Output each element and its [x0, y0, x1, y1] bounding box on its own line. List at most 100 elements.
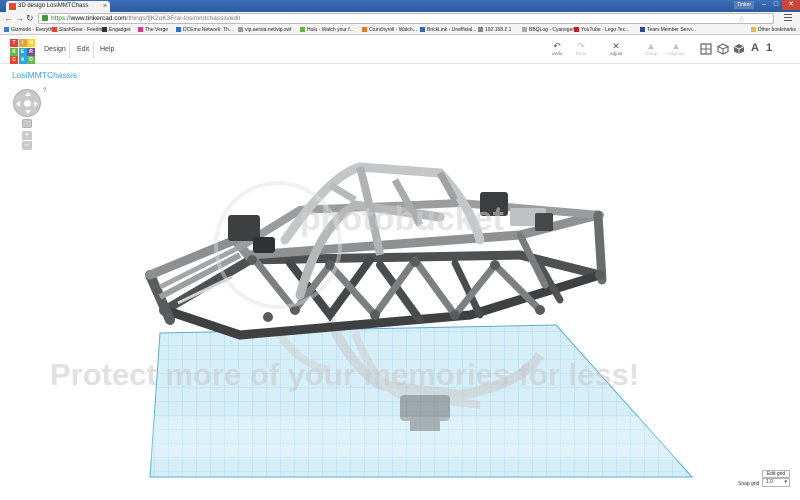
bookmark-favicon-icon [300, 27, 305, 32]
bookmark-label: Hulu - Watch your f... [307, 27, 354, 33]
logo-letter: C [10, 56, 18, 64]
tab-close-icon[interactable]: × [103, 1, 107, 12]
bookmark-label: DCEmu Network: Th... [183, 27, 233, 33]
bookmark-favicon-icon [52, 27, 57, 32]
bookmark-favicon-icon [362, 27, 367, 32]
orbit-center[interactable] [24, 100, 31, 107]
bookmark-item[interactable]: vip.aersia.net/vip.swf [238, 26, 291, 34]
number-tool[interactable]: 1 [766, 42, 772, 54]
logo-letter: D [27, 56, 35, 64]
browser-menu-icon[interactable] [784, 14, 792, 22]
maximize-icon[interactable]: □ [770, 0, 782, 10]
ungroup-button[interactable]: ▲ Ungroup [664, 41, 688, 56]
tinkercad-logo[interactable]: TIN KER CAD [10, 39, 35, 64]
snap-grid-select[interactable]: 1.0 [762, 478, 790, 487]
logo-letter: I [18, 39, 27, 47]
group-button[interactable]: ▲ Group [639, 41, 663, 56]
logo-letter: E [18, 47, 27, 56]
menu-divider [69, 42, 70, 58]
orbit-left-icon[interactable] [16, 101, 20, 107]
orbit-control[interactable] [13, 89, 41, 117]
lock-icon [42, 15, 48, 21]
snap-grid-label: Snap grid [738, 481, 760, 487]
bookmark-label: vip.aersia.net/vip.swf [245, 27, 292, 33]
other-bookmarks-folder[interactable]: Other bookmarks [750, 26, 796, 34]
logo-letter: R [27, 47, 35, 56]
watermark-logo: photobucket [300, 200, 504, 238]
tab-title: 3D design LosiMMTChass [18, 3, 89, 9]
bookmark-item[interactable]: Team Member Servi... [640, 26, 696, 34]
browser-tab[interactable]: 3D design LosiMMTChass × [6, 1, 110, 12]
watermark-tagline: Protect more of your memories for less! [50, 357, 640, 392]
forward-arrow-icon[interactable]: → [15, 13, 24, 24]
back-arrow-icon[interactable]: ← [4, 13, 13, 24]
adjust-button[interactable]: ✕ Adjust [604, 41, 628, 56]
menu-design[interactable]: Design [44, 46, 66, 53]
minimize-icon[interactable]: – [758, 0, 770, 10]
menu-edit[interactable]: Edit [77, 46, 89, 53]
bookmark-favicon-icon [574, 27, 579, 32]
undo-button[interactable]: ↶ Undo [545, 41, 569, 56]
bookmark-star-icon[interactable]: ☆ [738, 15, 745, 24]
help-icon[interactable]: ? [43, 88, 46, 94]
ungroup-label: Ungroup [667, 51, 685, 56]
url-host: www.tinkercad.com [70, 15, 127, 22]
bookmark-favicon-icon [102, 27, 107, 32]
profile-badge[interactable]: Tinker [734, 1, 754, 9]
bookmark-item[interactable]: Engadget [102, 26, 130, 34]
orbit-down-icon[interactable] [25, 110, 31, 114]
bookmark-favicon-icon [238, 27, 243, 32]
bookmark-item[interactable]: Crunchyroll - Watch... [362, 26, 417, 34]
bookmark-label: Team Member Servi... [647, 27, 696, 33]
wireframe-box-icon[interactable] [717, 43, 729, 55]
address-bar[interactable]: https://www.tinkercad.com/things/fjK2oK3… [38, 13, 774, 24]
bookmark-label: The Verge [145, 27, 169, 33]
bookmark-item[interactable]: The Verge [138, 26, 168, 34]
logo-letter: A [18, 56, 27, 64]
window-controls: – □ ✕ [758, 0, 800, 10]
window-close-icon[interactable]: ✕ [782, 0, 800, 10]
3d-viewport[interactable]: photobucket Protect more of your memorie… [0, 65, 800, 500]
bookmark-label: Engadget [109, 27, 131, 33]
bookmark-item[interactable]: 192.168.2.1 [478, 26, 511, 34]
bookmark-favicon-icon [640, 27, 645, 32]
bookmark-item[interactable]: Hulu - Watch your f... [300, 26, 354, 34]
bookmark-label: Crunchyroll - Watch... [369, 27, 417, 33]
solid-box-icon[interactable] [733, 43, 745, 55]
menu-help[interactable]: Help [100, 46, 114, 53]
group-icon: ▲ [646, 41, 656, 51]
logo-letter: K [10, 47, 18, 56]
reload-icon[interactable]: ↻ [26, 13, 34, 24]
group-label: Group [644, 51, 658, 56]
redo-icon: ↷ [577, 41, 585, 51]
bookmark-favicon-icon [478, 27, 483, 32]
adjust-icon: ✕ [612, 41, 620, 51]
bookmark-item[interactable]: BrickLink - Unofficial... [420, 26, 476, 34]
orbit-right-icon[interactable] [34, 101, 38, 107]
bookmark-item[interactable]: SlashGear - Feeding... [52, 26, 109, 34]
design-title[interactable]: LosiMMTChassis [12, 70, 77, 80]
zoom-out-button[interactable]: – [22, 140, 32, 150]
bookmark-item[interactable]: BBQLog - Cyanogen... [522, 26, 579, 34]
grid-view-icon[interactable] [700, 43, 712, 55]
redo-button[interactable]: ↷ Redo [569, 41, 593, 56]
url-path: /things/fjK2oK3FraI-losimmtchassis/edit [126, 15, 241, 22]
redo-label: Redo [575, 51, 587, 56]
undo-label: Undo [551, 51, 563, 56]
bookmarks-bar: Other bookmarks Gizmodo - Everythin... Sl… [0, 25, 800, 35]
edit-grid-button[interactable]: Edit grid [762, 470, 790, 478]
text-tool[interactable]: A [751, 42, 759, 54]
ungroup-icon: ▲ [671, 41, 681, 51]
orbit-up-icon[interactable] [25, 92, 31, 96]
bookmark-favicon-icon [176, 27, 181, 32]
url-scheme: https:// [51, 15, 71, 22]
bookmark-favicon-icon [522, 27, 527, 32]
bookmark-favicon-icon [138, 27, 143, 32]
tinkercad-header: TINKERCAD Design Edit Help ↶ Undo ↷ Redo… [0, 36, 800, 64]
bookmark-favicon-icon [4, 27, 9, 32]
bookmark-item[interactable]: YouTube - Lego Tec... [574, 26, 629, 34]
bookmark-label: BrickLink - Unofficial... [427, 27, 477, 33]
bookmark-label: BBQLog - Cyanogen... [529, 27, 580, 33]
bookmark-item[interactable]: DCEmu Network: Th... [176, 26, 233, 34]
home-view-icon[interactable] [22, 119, 32, 128]
